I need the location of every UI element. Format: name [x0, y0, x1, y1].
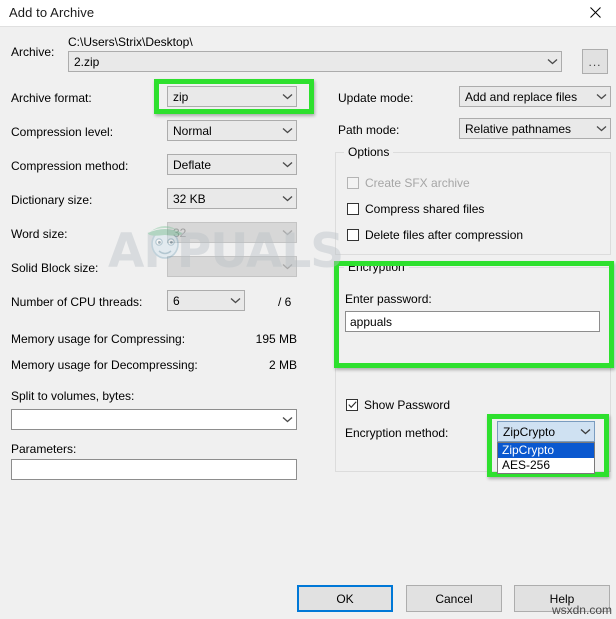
- checkbox-box: [346, 399, 358, 411]
- password-input[interactable]: appuals: [345, 311, 600, 332]
- cpu-threads-value: 6: [173, 293, 180, 308]
- update-mode-value: Add and replace files: [465, 89, 578, 104]
- path-mode-combo[interactable]: Relative pathnames: [459, 118, 611, 139]
- checkbox-show-password[interactable]: Show Password: [346, 398, 450, 412]
- archive-format-label: Archive format:: [11, 91, 92, 105]
- compression-method-value: Deflate: [173, 157, 212, 172]
- checkbox-create-sfx-archive: Create SFX archive: [347, 176, 470, 190]
- encryption-method-label: Encryption method:: [345, 426, 449, 440]
- update-mode-label: Update mode:: [338, 91, 414, 105]
- archive-format-combo[interactable]: zip: [167, 86, 297, 107]
- cpu-threads-combo[interactable]: 6: [167, 290, 245, 311]
- chevron-down-icon: [226, 297, 244, 304]
- encryption-method-dropdown-list[interactable]: ZipCrypto AES-256: [497, 442, 595, 474]
- archive-path-text: C:\Users\Strix\Desktop\: [68, 35, 193, 49]
- solid-block-size-combo: [167, 256, 297, 277]
- word-size-combo: 32: [167, 222, 297, 243]
- chevron-down-icon: [576, 428, 594, 435]
- checkbox-box: [347, 177, 359, 189]
- word-size-value: 32: [173, 225, 187, 240]
- word-size-label: Word size:: [11, 227, 68, 241]
- chevron-down-icon: [278, 93, 296, 100]
- options-group-title: Options: [344, 145, 394, 159]
- checkbox-box: [347, 229, 359, 241]
- checkbox-label: Compress shared files: [365, 202, 485, 216]
- chevron-down-icon: [543, 58, 561, 65]
- archive-label: Archive:: [11, 45, 55, 59]
- chevron-down-icon: [278, 161, 296, 168]
- compression-level-label: Compression level:: [11, 125, 114, 139]
- parameters-input[interactable]: [11, 459, 297, 480]
- memory-decompress-label: Memory usage for Decompressing:: [11, 358, 198, 372]
- cpu-threads-label: Number of CPU threads:: [11, 295, 143, 309]
- cpu-threads-total: / 6: [278, 295, 292, 309]
- browse-button[interactable]: ...: [582, 49, 608, 74]
- dropdown-option-zipcrypto[interactable]: ZipCrypto: [498, 443, 594, 458]
- encryption-group-title: Encryption: [344, 260, 409, 274]
- encryption-method-combo[interactable]: ZipCrypto: [497, 421, 595, 442]
- chevron-down-icon: [278, 195, 296, 202]
- encryption-method-value: ZipCrypto: [503, 424, 556, 439]
- solid-block-size-label: Solid Block size:: [11, 261, 99, 275]
- site-watermark: wsxdn.com: [551, 603, 612, 617]
- path-mode-label: Path mode:: [338, 123, 400, 137]
- split-volumes-combo[interactable]: [11, 409, 297, 430]
- window-title: Add to Archive: [9, 5, 95, 20]
- compression-level-value: Normal: [173, 123, 212, 138]
- chevron-down-icon: [278, 416, 296, 423]
- dictionary-size-combo[interactable]: 32 KB: [167, 188, 297, 209]
- update-mode-combo[interactable]: Add and replace files: [459, 86, 611, 107]
- compression-method-combo[interactable]: Deflate: [167, 154, 297, 175]
- dictionary-size-value: 32 KB: [173, 191, 206, 206]
- chevron-down-icon: [278, 127, 296, 134]
- compression-level-combo[interactable]: Normal: [167, 120, 297, 141]
- chevron-down-icon: [592, 125, 610, 132]
- archive-filename-value: 2.zip: [74, 54, 100, 69]
- close-icon: [589, 7, 601, 18]
- checkbox-label: Show Password: [364, 398, 451, 412]
- memory-compress-label: Memory usage for Compressing:: [11, 332, 186, 346]
- memory-compress-value: 195 MB: [255, 332, 297, 346]
- close-button[interactable]: [574, 0, 616, 25]
- chevron-down-icon: [278, 263, 296, 270]
- compression-method-label: Compression method:: [11, 159, 129, 173]
- checkbox-label: Create SFX archive: [365, 176, 470, 190]
- archive-filename-combo[interactable]: 2.zip: [68, 51, 562, 72]
- dictionary-size-label: Dictionary size:: [11, 193, 93, 207]
- checkbox-delete-files-after-compression[interactable]: Delete files after compression: [347, 228, 523, 242]
- chevron-down-icon: [278, 229, 296, 236]
- checkbox-label: Delete files after compression: [365, 228, 524, 242]
- archive-format-value: zip: [173, 89, 189, 104]
- ok-button[interactable]: OK: [297, 585, 393, 612]
- path-mode-value: Relative pathnames: [465, 121, 572, 136]
- enter-password-label: Enter password:: [345, 292, 432, 306]
- title-bar: Add to Archive: [0, 0, 616, 27]
- checkbox-box: [347, 203, 359, 215]
- memory-decompress-value: 2 MB: [268, 358, 297, 372]
- password-value: appuals: [350, 314, 393, 329]
- chevron-down-icon: [592, 93, 610, 100]
- dropdown-option-aes-256[interactable]: AES-256: [498, 458, 594, 473]
- cancel-button[interactable]: Cancel: [406, 585, 502, 612]
- split-volumes-label: Split to volumes, bytes:: [11, 389, 135, 403]
- checkbox-compress-shared-files[interactable]: Compress shared files: [347, 202, 484, 216]
- parameters-label: Parameters:: [11, 442, 77, 456]
